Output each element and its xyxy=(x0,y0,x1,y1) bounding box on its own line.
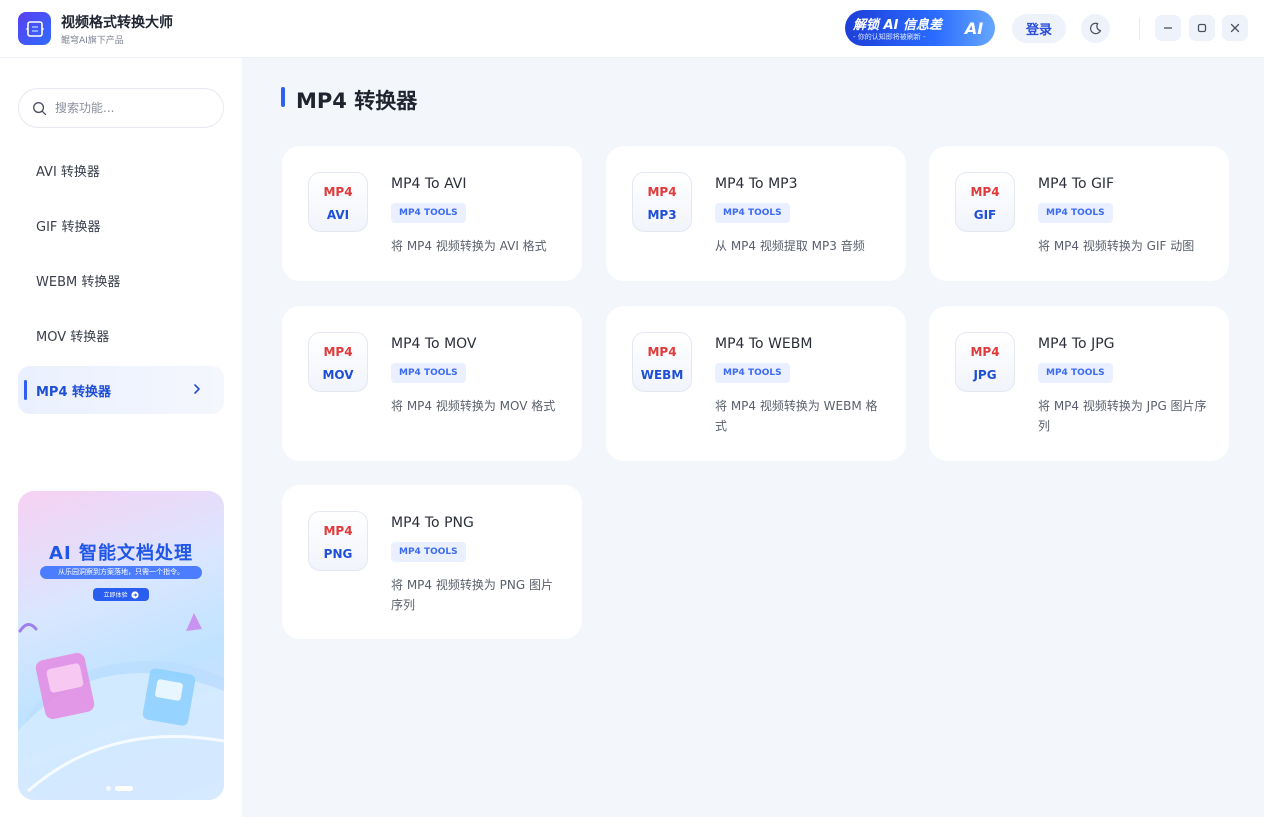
format-icon: MP4 JPG xyxy=(955,332,1015,392)
format-icon-target: AVI xyxy=(326,208,350,222)
active-indicator xyxy=(24,380,27,400)
format-icon: MP4 AVI xyxy=(308,172,368,232)
chevron-right-icon xyxy=(194,384,200,394)
minimize-icon xyxy=(1164,27,1172,29)
close-icon xyxy=(1230,23,1240,33)
card-tag: MP4 TOOLS xyxy=(391,363,466,383)
title-accent-bar xyxy=(281,87,285,107)
sidebar-item-label: GIF 转换器 xyxy=(36,219,101,235)
card-tag: MP4 TOOLS xyxy=(715,363,790,383)
arrow-right-circle-icon xyxy=(130,590,139,599)
format-icon-target: MOV xyxy=(322,368,354,382)
card-description: 从 MP4 视频提取 MP3 音频 xyxy=(715,239,865,253)
login-button[interactable]: 登录 xyxy=(1012,14,1066,43)
format-icon: MP4 MOV xyxy=(308,332,368,392)
promo-illustration xyxy=(18,613,224,800)
card-description: 将 MP4 视频转换为 WEBM 格式 xyxy=(715,399,878,433)
carousel-dot-active[interactable] xyxy=(115,786,133,791)
card-description: 将 MP4 视频转换为 AVI 格式 xyxy=(391,239,547,253)
sidebar-item-label: MP4 转换器 xyxy=(36,384,112,400)
format-icon-target: JPG xyxy=(973,368,997,382)
page-title: MP4 转换器 xyxy=(296,89,418,113)
titlebar-divider xyxy=(1139,18,1140,40)
maximize-button[interactable] xyxy=(1189,15,1215,41)
card-tag: MP4 TOOLS xyxy=(391,203,466,223)
app-title: 视频格式转换大师 xyxy=(61,15,173,31)
tool-card-mp4-to-gif[interactable]: MP4 GIF MP4 To GIF MP4 TOOLS 将 MP4 视频转换为… xyxy=(929,146,1229,281)
carousel-dot[interactable] xyxy=(106,786,111,791)
maximize-icon xyxy=(1197,23,1207,33)
tool-card-mp4-to-jpg[interactable]: MP4 JPG MP4 To JPG MP4 TOOLS 将 MP4 视频转换为… xyxy=(929,306,1229,461)
sidebar-item-gif[interactable]: GIF 转换器 xyxy=(18,201,224,249)
ai-badge: AI xyxy=(964,18,984,38)
card-description: 将 MP4 视频转换为 PNG 图片序列 xyxy=(391,578,553,612)
format-icon-source: MP4 xyxy=(647,185,677,199)
title-bar: 视频格式转换大师 鲲穹AI旗下产品 解锁 AI 信息差 - 你的认知即将被刷新 … xyxy=(0,0,1264,58)
search-input[interactable] xyxy=(55,101,205,115)
sidebar-item-label: AVI 转换器 xyxy=(36,164,100,180)
card-title: MP4 To JPG xyxy=(1038,336,1115,352)
format-icon-target: WEBM xyxy=(640,368,684,382)
format-icon-source: MP4 xyxy=(323,185,353,199)
format-icon-source: MP4 xyxy=(647,345,677,359)
tool-card-mp4-to-mp3[interactable]: MP4 MP3 MP4 To MP3 MP4 TOOLS 从 MP4 视频提取 … xyxy=(606,146,906,281)
format-icon: MP4 GIF xyxy=(955,172,1015,232)
close-button[interactable] xyxy=(1222,15,1248,41)
card-title: MP4 To MP3 xyxy=(715,176,798,192)
theme-toggle-button[interactable] xyxy=(1081,14,1110,43)
card-title: MP4 To WEBM xyxy=(715,336,813,352)
app-logo-icon xyxy=(18,12,51,45)
card-title: MP4 To MOV xyxy=(391,336,477,352)
promo-try-button[interactable]: 立即体验 xyxy=(93,588,149,601)
format-icon-target: MP3 xyxy=(647,208,677,222)
format-icon-target: PNG xyxy=(323,547,353,561)
card-description: 将 MP4 视频转换为 MOV 格式 xyxy=(391,399,556,413)
tool-card-mp4-to-avi[interactable]: MP4 AVI MP4 To AVI MP4 TOOLS 将 MP4 视频转换为… xyxy=(282,146,582,281)
minimize-button[interactable] xyxy=(1155,15,1181,41)
search-box[interactable] xyxy=(18,88,224,128)
format-icon: MP4 PNG xyxy=(308,511,368,571)
card-tag: MP4 TOOLS xyxy=(1038,203,1113,223)
promo-button-label: 立即体验 xyxy=(103,592,128,599)
search-icon xyxy=(33,101,47,115)
card-tag: MP4 TOOLS xyxy=(391,542,466,562)
card-description: 将 MP4 视频转换为 GIF 动图 xyxy=(1038,239,1195,253)
format-icon: MP4 WEBM xyxy=(632,332,692,392)
sidebar: AVI 转换器 GIF 转换器 WEBM 转换器 MOV 转换器 MP4 转换器… xyxy=(0,58,242,817)
card-title: MP4 To PNG xyxy=(391,515,474,531)
format-icon-source: MP4 xyxy=(970,345,1000,359)
moon-icon xyxy=(1090,22,1102,35)
card-tag: MP4 TOOLS xyxy=(1038,363,1113,383)
sidebar-item-label: MOV 转换器 xyxy=(36,329,110,345)
sidebar-item-mov[interactable]: MOV 转换器 xyxy=(18,311,224,359)
carousel-dots xyxy=(106,786,133,791)
sidebar-item-webm[interactable]: WEBM 转换器 xyxy=(18,256,224,304)
card-tag: MP4 TOOLS xyxy=(715,203,790,223)
tool-card-mp4-to-webm[interactable]: MP4 WEBM MP4 To WEBM MP4 TOOLS 将 MP4 视频转… xyxy=(606,306,906,461)
format-icon-target: GIF xyxy=(973,208,997,222)
format-icon: MP4 MP3 xyxy=(632,172,692,232)
format-icon-source: MP4 xyxy=(323,524,353,538)
sidebar-item-avi[interactable]: AVI 转换器 xyxy=(18,146,224,194)
ai-banner-title: 解锁 AI 信息差 xyxy=(853,18,942,33)
promo-title: AI 智能文档处理 xyxy=(49,543,193,564)
promo-subtitle: 从乐园洞察到方案落地，只需一个指令。 xyxy=(40,566,202,579)
tool-card-mp4-to-png[interactable]: MP4 PNG MP4 To PNG MP4 TOOLS 将 MP4 视频转换为… xyxy=(282,485,582,639)
ai-banner-subtitle: - 你的认知即将被刷新 - xyxy=(853,33,926,41)
ai-promo-banner[interactable]: 解锁 AI 信息差 - 你的认知即将被刷新 - AI xyxy=(845,10,995,46)
format-icon-source: MP4 xyxy=(323,345,353,359)
card-title: MP4 To AVI xyxy=(391,176,467,192)
tool-card-mp4-to-mov[interactable]: MP4 MOV MP4 To MOV MP4 TOOLS 将 MP4 视频转换为… xyxy=(282,306,582,461)
sidebar-item-label: WEBM 转换器 xyxy=(36,274,121,290)
format-icon-source: MP4 xyxy=(970,185,1000,199)
card-description: 将 MP4 视频转换为 JPG 图片序列 xyxy=(1038,399,1207,433)
sidebar-item-mp4[interactable]: MP4 转换器 xyxy=(18,366,224,414)
promo-carousel[interactable]: AI 智能文档处理 从乐园洞察到方案落地，只需一个指令。 立即体验 xyxy=(18,491,224,800)
app-subtitle: 鲲穹AI旗下产品 xyxy=(61,36,124,46)
card-title: MP4 To GIF xyxy=(1038,176,1115,192)
